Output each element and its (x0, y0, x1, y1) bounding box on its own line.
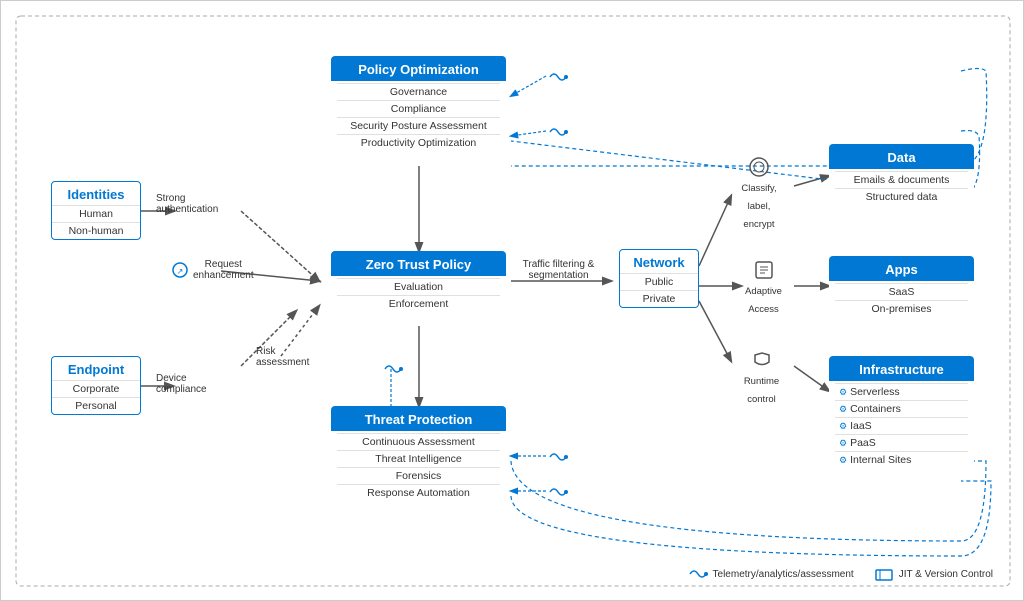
request-enhancement-label: Requestenhancement (193, 259, 254, 281)
policy-item-compliance: Compliance (337, 100, 500, 117)
data-item-emails: Emails & documents (835, 171, 968, 188)
legend-jit: JIT & Version Control (874, 566, 993, 582)
traffic-filtering-label: Traffic filtering &segmentation (511, 259, 606, 281)
infrastructure-box: Infrastructure ⚙ Serverless ⚙ Containers… (829, 356, 974, 470)
network-item-public: Public (620, 273, 698, 290)
zero-trust-item-enforcement: Enforcement (337, 295, 500, 312)
threat-item-intelligence: Threat Intelligence (337, 450, 500, 467)
runtime-label: Runtimecontrol (744, 376, 779, 405)
request-enhancement-area: ↗ Requestenhancement (171, 259, 254, 281)
classify-icon (748, 156, 770, 178)
data-title: Data (829, 144, 974, 169)
zero-trust-title: Zero Trust Policy (331, 251, 506, 276)
policy-optimization-title: Policy Optimization (331, 56, 506, 81)
threat-item-response: Response Automation (337, 484, 500, 501)
threat-protection-items: Continuous Assessment Threat Intelligenc… (331, 431, 506, 503)
zero-trust-box: Zero Trust Policy Evaluation Enforcement (331, 251, 506, 314)
risk-assessment-label: Riskassessment (256, 346, 336, 368)
policy-item-security: Security Posture Assessment (337, 117, 500, 134)
apps-box: Apps SaaS On-premises (829, 256, 974, 319)
infra-item-containers: ⚙ Containers (835, 400, 968, 417)
telemetry-icon-5 (383, 361, 403, 382)
telemetry-icon-3 (548, 449, 568, 468)
runtime-icon (751, 349, 773, 371)
legend: Telemetry/analytics/assessment JIT & Ver… (688, 566, 993, 582)
apps-item-onprem: On-premises (835, 300, 968, 317)
adaptive-icon (753, 259, 775, 281)
identities-title: Identities (52, 182, 140, 205)
threat-protection-box: Threat Protection Continuous Assessment … (331, 406, 506, 503)
zero-trust-items: Evaluation Enforcement (331, 276, 506, 314)
policy-optimization-box: Policy Optimization Governance Complianc… (331, 56, 506, 153)
jit-legend-icon (874, 566, 894, 582)
request-icon: ↗ (171, 261, 189, 279)
infra-item-paas: ⚙ PaaS (835, 434, 968, 451)
adaptive-access-label: AdaptiveAccess (745, 286, 782, 315)
infra-item-serverless: ⚙ Serverless (835, 383, 968, 400)
infra-item-iaas: ⚙ IaaS (835, 417, 968, 434)
infra-item-internal: ⚙ Internal Sites (835, 451, 968, 468)
threat-item-continuous: Continuous Assessment (337, 433, 500, 450)
data-items: Emails & documents Structured data (829, 169, 974, 207)
threat-protection-title: Threat Protection (331, 406, 506, 431)
device-compliance-label: Devicecompliance (156, 373, 241, 395)
endpoint-item-corporate: Corporate (52, 380, 140, 397)
data-item-structured: Structured data (835, 188, 968, 205)
telemetry-icon-2 (548, 124, 568, 143)
legend-jit-label: JIT & Version Control (899, 569, 993, 580)
infrastructure-title: Infrastructure (829, 356, 974, 381)
identities-box: Identities Human Non-human (51, 181, 141, 240)
apps-title: Apps (829, 256, 974, 281)
identities-item-nonhuman: Non-human (52, 222, 140, 239)
policy-item-productivity: Productivity Optimization (337, 134, 500, 151)
identities-item-human: Human (52, 205, 140, 222)
network-item-private: Private (620, 290, 698, 307)
data-box: Data Emails & documents Structured data (829, 144, 974, 207)
telemetry-legend-icon (688, 566, 708, 582)
threat-item-forensics: Forensics (337, 467, 500, 484)
classify-label: Classify,label,encrypt (741, 183, 776, 230)
policy-optimization-items: Governance Compliance Security Posture A… (331, 81, 506, 153)
apps-items: SaaS On-premises (829, 281, 974, 319)
endpoint-box: Endpoint Corporate Personal (51, 356, 141, 415)
classify-area: Classify,label,encrypt (729, 156, 789, 232)
network-title: Network (620, 250, 698, 273)
endpoint-title: Endpoint (52, 357, 140, 380)
legend-telemetry-label: Telemetry/analytics/assessment (713, 569, 854, 580)
diagram-container: Identities Human Non-human Strongauthent… (0, 0, 1024, 601)
telemetry-icon-4 (548, 484, 568, 503)
strong-auth-label: Strongauthentication (156, 193, 246, 215)
telemetry-icon-1 (548, 69, 568, 88)
adaptive-access-area: AdaptiveAccess (731, 259, 796, 317)
apps-item-saas: SaaS (835, 283, 968, 300)
endpoint-item-personal: Personal (52, 397, 140, 414)
network-box: Network Public Private (619, 249, 699, 308)
infrastructure-items: ⚙ Serverless ⚙ Containers ⚙ IaaS ⚙ PaaS … (829, 381, 974, 470)
legend-telemetry: Telemetry/analytics/assessment (688, 566, 854, 582)
policy-item-governance: Governance (337, 83, 500, 100)
runtime-area: Runtimecontrol (729, 349, 794, 407)
svg-text:↗: ↗ (177, 267, 184, 276)
zero-trust-item-evaluation: Evaluation (337, 278, 500, 295)
